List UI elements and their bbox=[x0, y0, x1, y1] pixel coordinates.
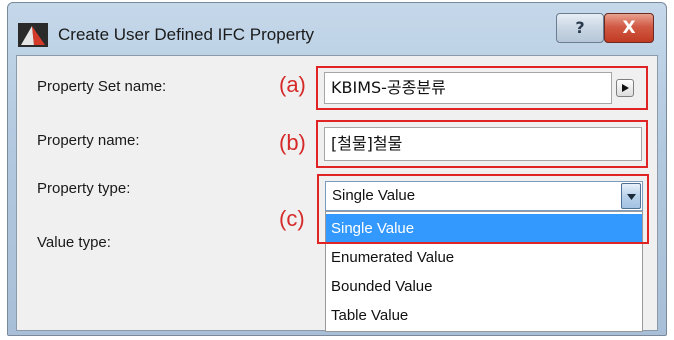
option-enumerated-value[interactable]: Enumerated Value bbox=[326, 243, 642, 272]
option-table-value[interactable]: Table Value bbox=[326, 301, 642, 330]
annotation-a: (a) bbox=[279, 72, 306, 97]
dialog-window: Create User Defined IFC Property ? X Pro… bbox=[7, 2, 667, 336]
triangle-right-icon bbox=[622, 84, 629, 92]
dialog-content: Property Set name: (a) KBIMS-공종분류 Proper… bbox=[16, 55, 658, 332]
value-type-label: Value type: bbox=[37, 234, 111, 251]
window-title: Create User Defined IFC Property bbox=[58, 25, 315, 44]
property-name-label: Property name: bbox=[37, 132, 140, 149]
close-button[interactable]: X bbox=[604, 13, 654, 43]
property-set-name-field[interactable]: KBIMS-공종분류 bbox=[324, 72, 612, 104]
property-set-label: Property Set name: bbox=[37, 78, 167, 95]
annotation-b: (b) bbox=[279, 130, 306, 155]
annotation-c: (c) bbox=[279, 206, 305, 231]
option-bounded-value[interactable]: Bounded Value bbox=[326, 272, 642, 301]
title-bar[interactable]: Create User Defined IFC Property ? X bbox=[8, 3, 666, 55]
property-set-picker-button[interactable] bbox=[616, 79, 634, 97]
property-name-field[interactable]: [철물]철물 bbox=[324, 127, 642, 161]
archicad-app-icon bbox=[18, 23, 48, 47]
annotation-box-c bbox=[317, 174, 649, 244]
property-type-label: Property type: bbox=[37, 180, 131, 197]
help-button[interactable]: ? bbox=[556, 13, 604, 43]
